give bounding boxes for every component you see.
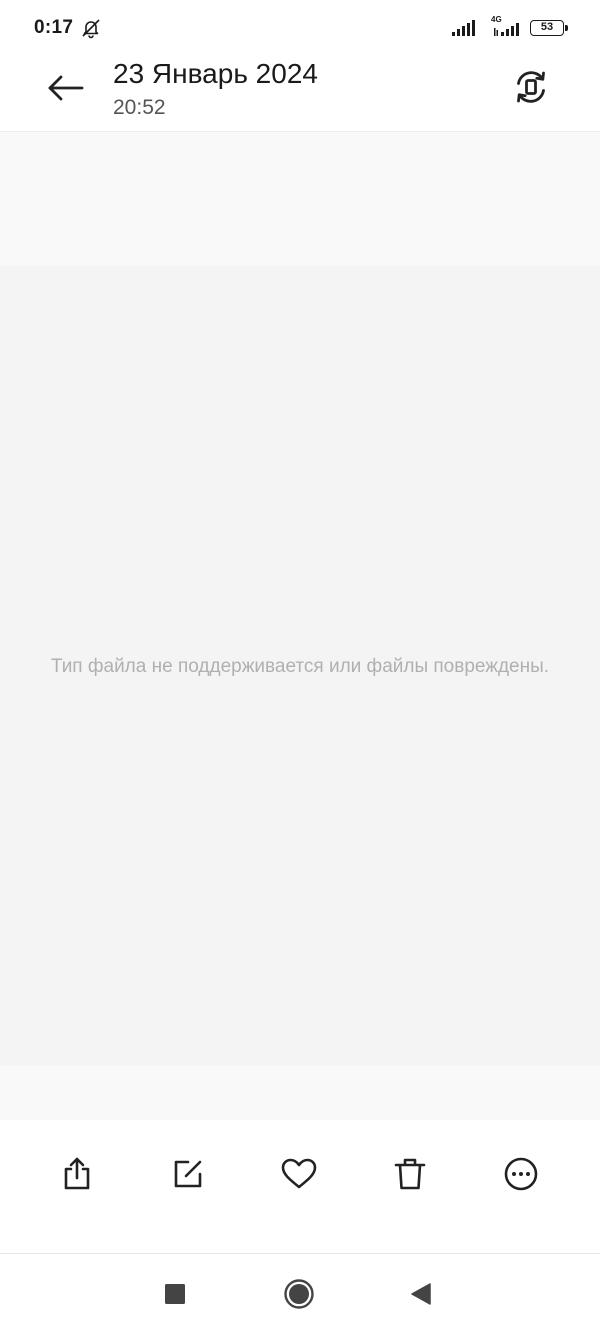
system-nav-bar	[0, 1253, 600, 1333]
trash-icon	[394, 1158, 426, 1190]
delete-button[interactable]	[386, 1150, 434, 1198]
share-icon	[64, 1157, 90, 1190]
edit-button[interactable]	[164, 1150, 212, 1198]
nav-back-button[interactable]	[399, 1272, 443, 1316]
photo-date: 23 Январь 2024	[113, 58, 318, 89]
share-button[interactable]	[53, 1150, 101, 1198]
battery-level: 53	[540, 21, 554, 33]
content-top-area	[0, 132, 600, 266]
mute-bell-icon	[82, 19, 100, 39]
more-icon	[504, 1157, 538, 1191]
viewer-header: 23 Январь 2024 20:52	[0, 56, 600, 132]
signal-4g-icon	[494, 23, 519, 36]
content-bottom-area	[0, 1066, 600, 1120]
rotate-button[interactable]	[508, 64, 554, 110]
edit-icon	[174, 1160, 202, 1188]
recent-apps-button[interactable]	[153, 1272, 197, 1316]
battery-icon: 53	[530, 20, 564, 36]
unsupported-file-message: Тип файла не поддерживается или файлы по…	[50, 656, 550, 677]
battery-tip	[565, 25, 568, 31]
back-arrow-icon	[48, 75, 84, 101]
status-bar: 0:17 4G 53	[0, 0, 600, 56]
home-icon	[284, 1279, 314, 1309]
back-button[interactable]	[40, 68, 92, 108]
status-time: 0:17	[34, 17, 74, 38]
home-button[interactable]	[277, 1272, 321, 1316]
media-viewer[interactable]: Тип файла не поддерживается или файлы по…	[0, 266, 600, 1066]
favorite-button[interactable]	[275, 1150, 323, 1198]
recent-apps-icon	[165, 1284, 185, 1304]
more-button[interactable]	[497, 1150, 545, 1198]
signal-icon	[452, 20, 475, 36]
action-toolbar	[0, 1120, 600, 1252]
heart-icon	[281, 1158, 317, 1189]
rotate-icon	[517, 71, 545, 103]
photo-time: 20:52	[113, 96, 166, 119]
back-triangle-icon	[411, 1283, 431, 1305]
